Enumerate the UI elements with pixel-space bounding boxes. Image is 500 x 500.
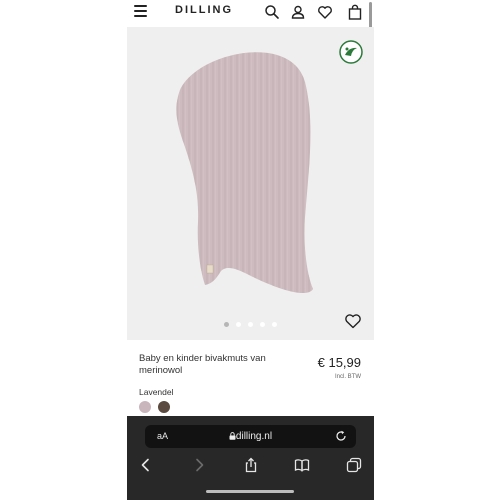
color-swatch-brown[interactable] [158, 401, 170, 413]
ecolabel-badge-icon [339, 40, 363, 64]
balaclava-product-image [176, 52, 313, 294]
menu-icon[interactable] [134, 5, 147, 17]
gallery-dot[interactable] [248, 322, 253, 327]
bookmarks-icon[interactable] [294, 457, 310, 473]
browser-toolbar: aA dilling.nl [127, 416, 374, 500]
gallery-dot[interactable] [224, 322, 229, 327]
product-image-gallery[interactable] [127, 27, 374, 340]
url-text: dilling.nl [235, 431, 273, 442]
tabs-icon[interactable] [346, 457, 362, 473]
brand-logo[interactable]: DILLING [175, 4, 233, 16]
account-icon[interactable] [290, 4, 306, 20]
product-name: Baby en kinder bivakmuts van merinowol [139, 353, 266, 376]
product-price: € 15,99 [317, 355, 361, 370]
home-indicator[interactable] [206, 490, 294, 493]
gallery-pagination [127, 322, 374, 327]
gallery-dot[interactable] [260, 322, 265, 327]
color-swatch-lavendel[interactable] [139, 401, 151, 413]
search-icon[interactable] [264, 4, 280, 20]
site-header: DILLING [127, 0, 374, 42]
lock-icon [229, 432, 236, 440]
phone-screen: DILLING Baby en kinder bivakmuts van mer… [127, 0, 374, 500]
address-bar[interactable]: aA dilling.nl [145, 425, 356, 448]
add-to-wishlist-icon[interactable] [344, 312, 362, 330]
url-display: dilling.nl [145, 431, 356, 442]
vat-note: Incl. BTW [334, 374, 361, 380]
reload-icon[interactable] [335, 430, 347, 442]
color-label: Lavendel [139, 387, 174, 397]
gallery-dot[interactable] [272, 322, 277, 327]
wishlist-heart-icon[interactable] [317, 4, 333, 20]
shopping-bag-icon[interactable] [347, 4, 363, 20]
share-icon[interactable] [243, 457, 259, 473]
gallery-dot[interactable] [236, 322, 241, 327]
forward-icon[interactable] [191, 457, 207, 473]
back-icon[interactable] [138, 457, 154, 473]
